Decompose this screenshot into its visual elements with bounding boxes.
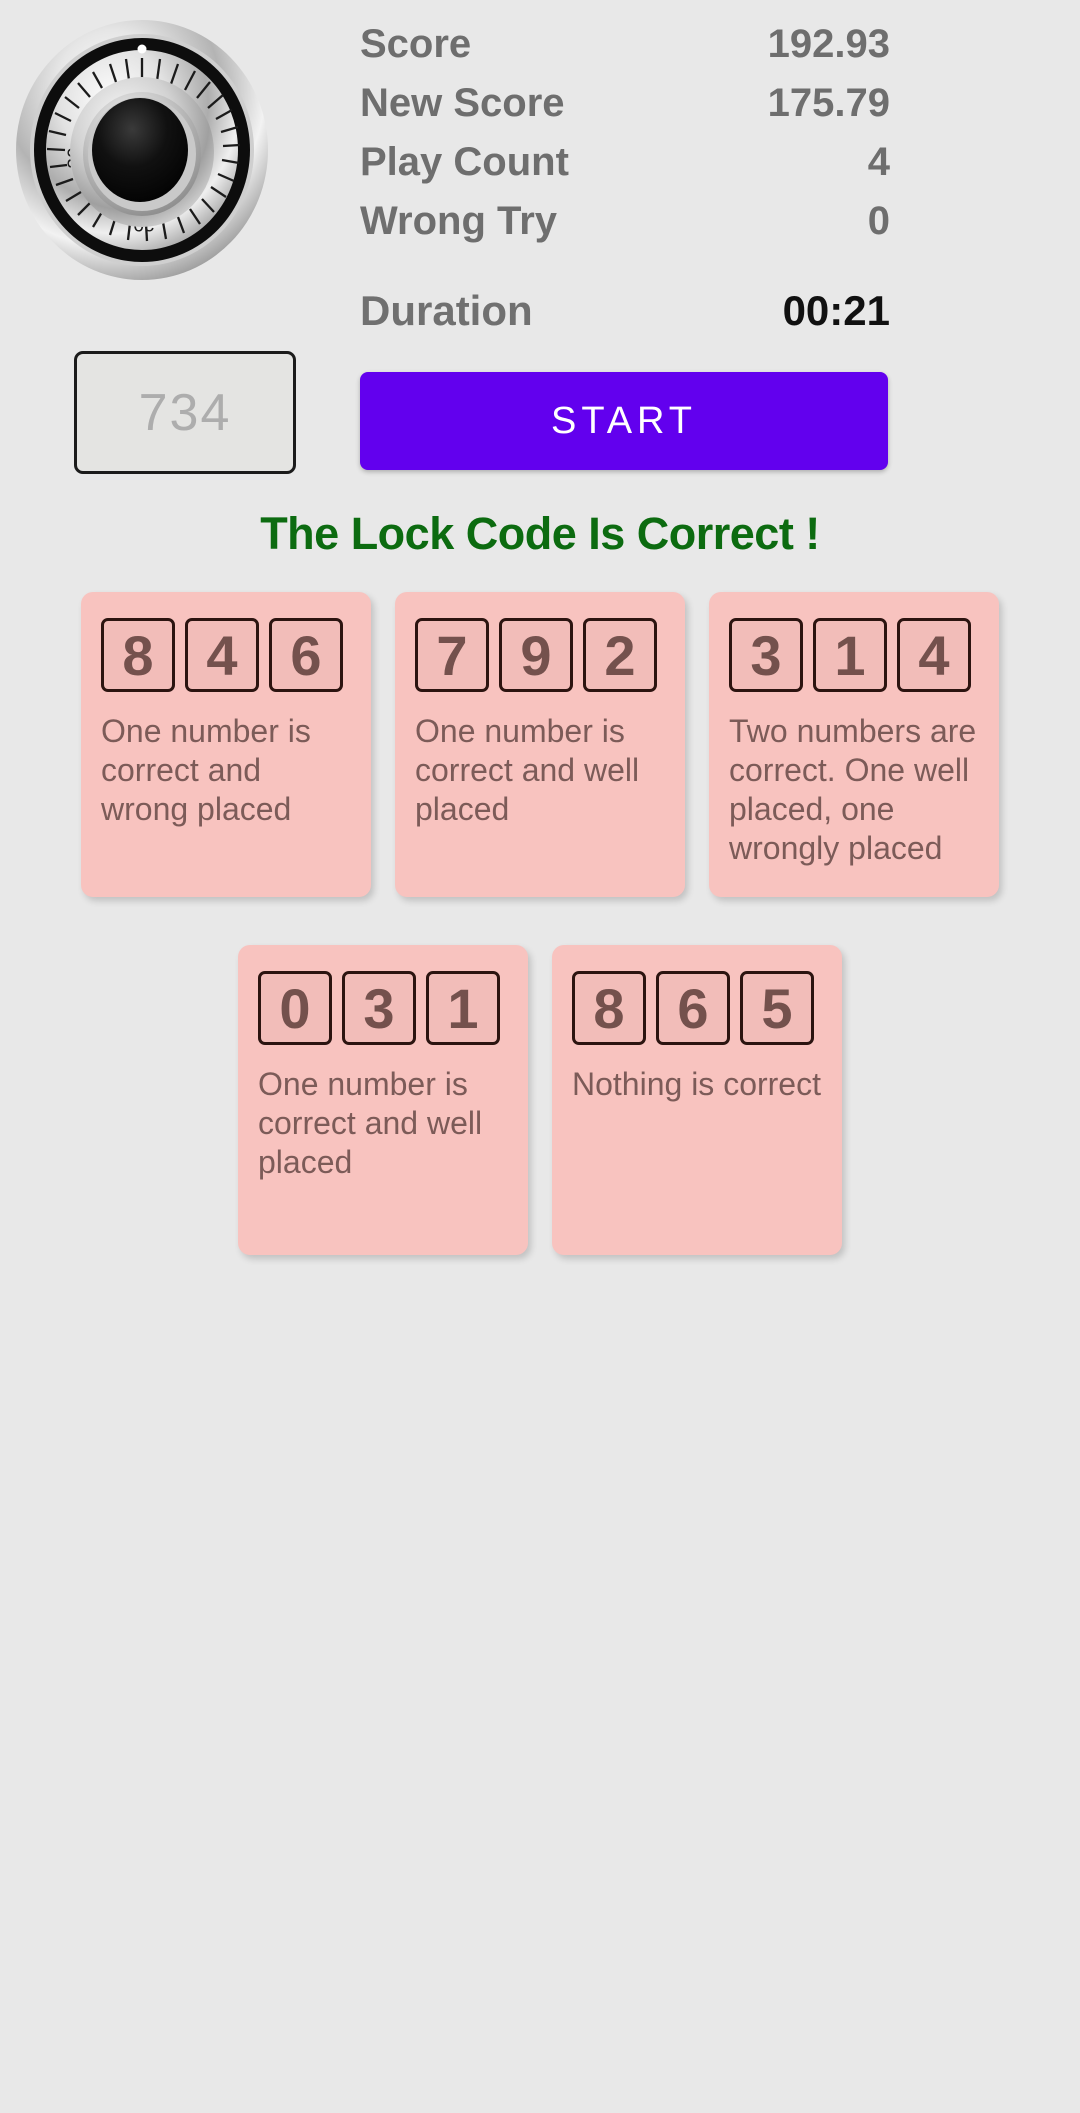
stat-row-score: Score 192.93 [360,24,890,83]
stat-label-score: Score [360,22,472,66]
digit-strip: 8 6 5 [572,971,822,1045]
hint-card: 3 1 4 Two numbers are correct. One well … [709,592,999,897]
stats-panel: Score 192.93 New Score 175.79 Play Count… [360,24,890,332]
hint-text: Two numbers are correct. One well placed… [729,713,977,867]
digit-box: 3 [729,618,803,692]
digit-box: 4 [897,618,971,692]
stat-value-duration: 00:21 [782,287,890,334]
digit-box: 8 [572,971,646,1045]
digit-box: 3 [342,971,416,1045]
result-message: The Lock Code Is Correct ! [260,508,820,559]
digit-box: 1 [813,618,887,692]
stat-row-new-score: New Score 175.79 [360,83,890,142]
digit-box: 5 [740,971,814,1045]
digit-box: 0 [258,971,332,1045]
hint-text: Nothing is correct [572,1066,821,1102]
stat-row-wrong-try: Wrong Try 0 [360,201,890,260]
stat-value-play-count: 4 [867,140,890,184]
digit-box: 8 [101,618,175,692]
stat-row-duration: Duration 00:21 [360,260,890,332]
stat-value-wrong-try: 0 [867,199,890,243]
digit-strip: 0 3 1 [258,971,508,1045]
hint-text: One number is correct and well placed [415,713,640,828]
combination-lock-dial-icon: 0 10 20 30 [14,18,270,318]
hint-text: One number is correct and wrong placed [101,713,311,828]
digit-box: 1 [426,971,500,1045]
digit-box: 6 [656,971,730,1045]
stat-label-wrong-try: Wrong Try [360,199,558,243]
stat-value-score: 192.93 [767,22,890,66]
stat-label-play-count: Play Count [360,140,569,184]
stat-row-play-count: Play Count 4 [360,142,890,201]
entry-row: START [0,348,1080,478]
digit-strip: 3 1 4 [729,618,979,692]
hint-card: 0 3 1 One number is correct and well pla… [238,945,528,1255]
digit-strip: 8 4 6 [101,618,351,692]
digit-box: 6 [269,618,343,692]
hint-card: 8 6 5 Nothing is correct [552,945,842,1255]
stat-label-new-score: New Score [360,81,565,125]
digit-box: 4 [185,618,259,692]
code-input[interactable] [74,351,296,474]
digit-box: 7 [415,618,489,692]
stat-value-new-score: 175.79 [767,81,890,125]
digit-box: 9 [499,618,573,692]
digit-box: 2 [583,618,657,692]
header-area: 0 10 20 30 Score 192.93 New Score 175.79… [0,0,1080,340]
digit-strip: 7 9 2 [415,618,665,692]
hint-card: 8 4 6 One number is correct and wrong pl… [81,592,371,897]
stat-label-duration: Duration [360,287,533,334]
hint-card: 7 9 2 One number is correct and well pla… [395,592,685,897]
hint-text: One number is correct and well placed [258,1066,483,1181]
start-button[interactable]: START [360,372,888,470]
hint-card-row-2: 0 3 1 One number is correct and well pla… [0,945,1080,1255]
hint-card-row-1: 8 4 6 One number is correct and wrong pl… [0,592,1080,897]
